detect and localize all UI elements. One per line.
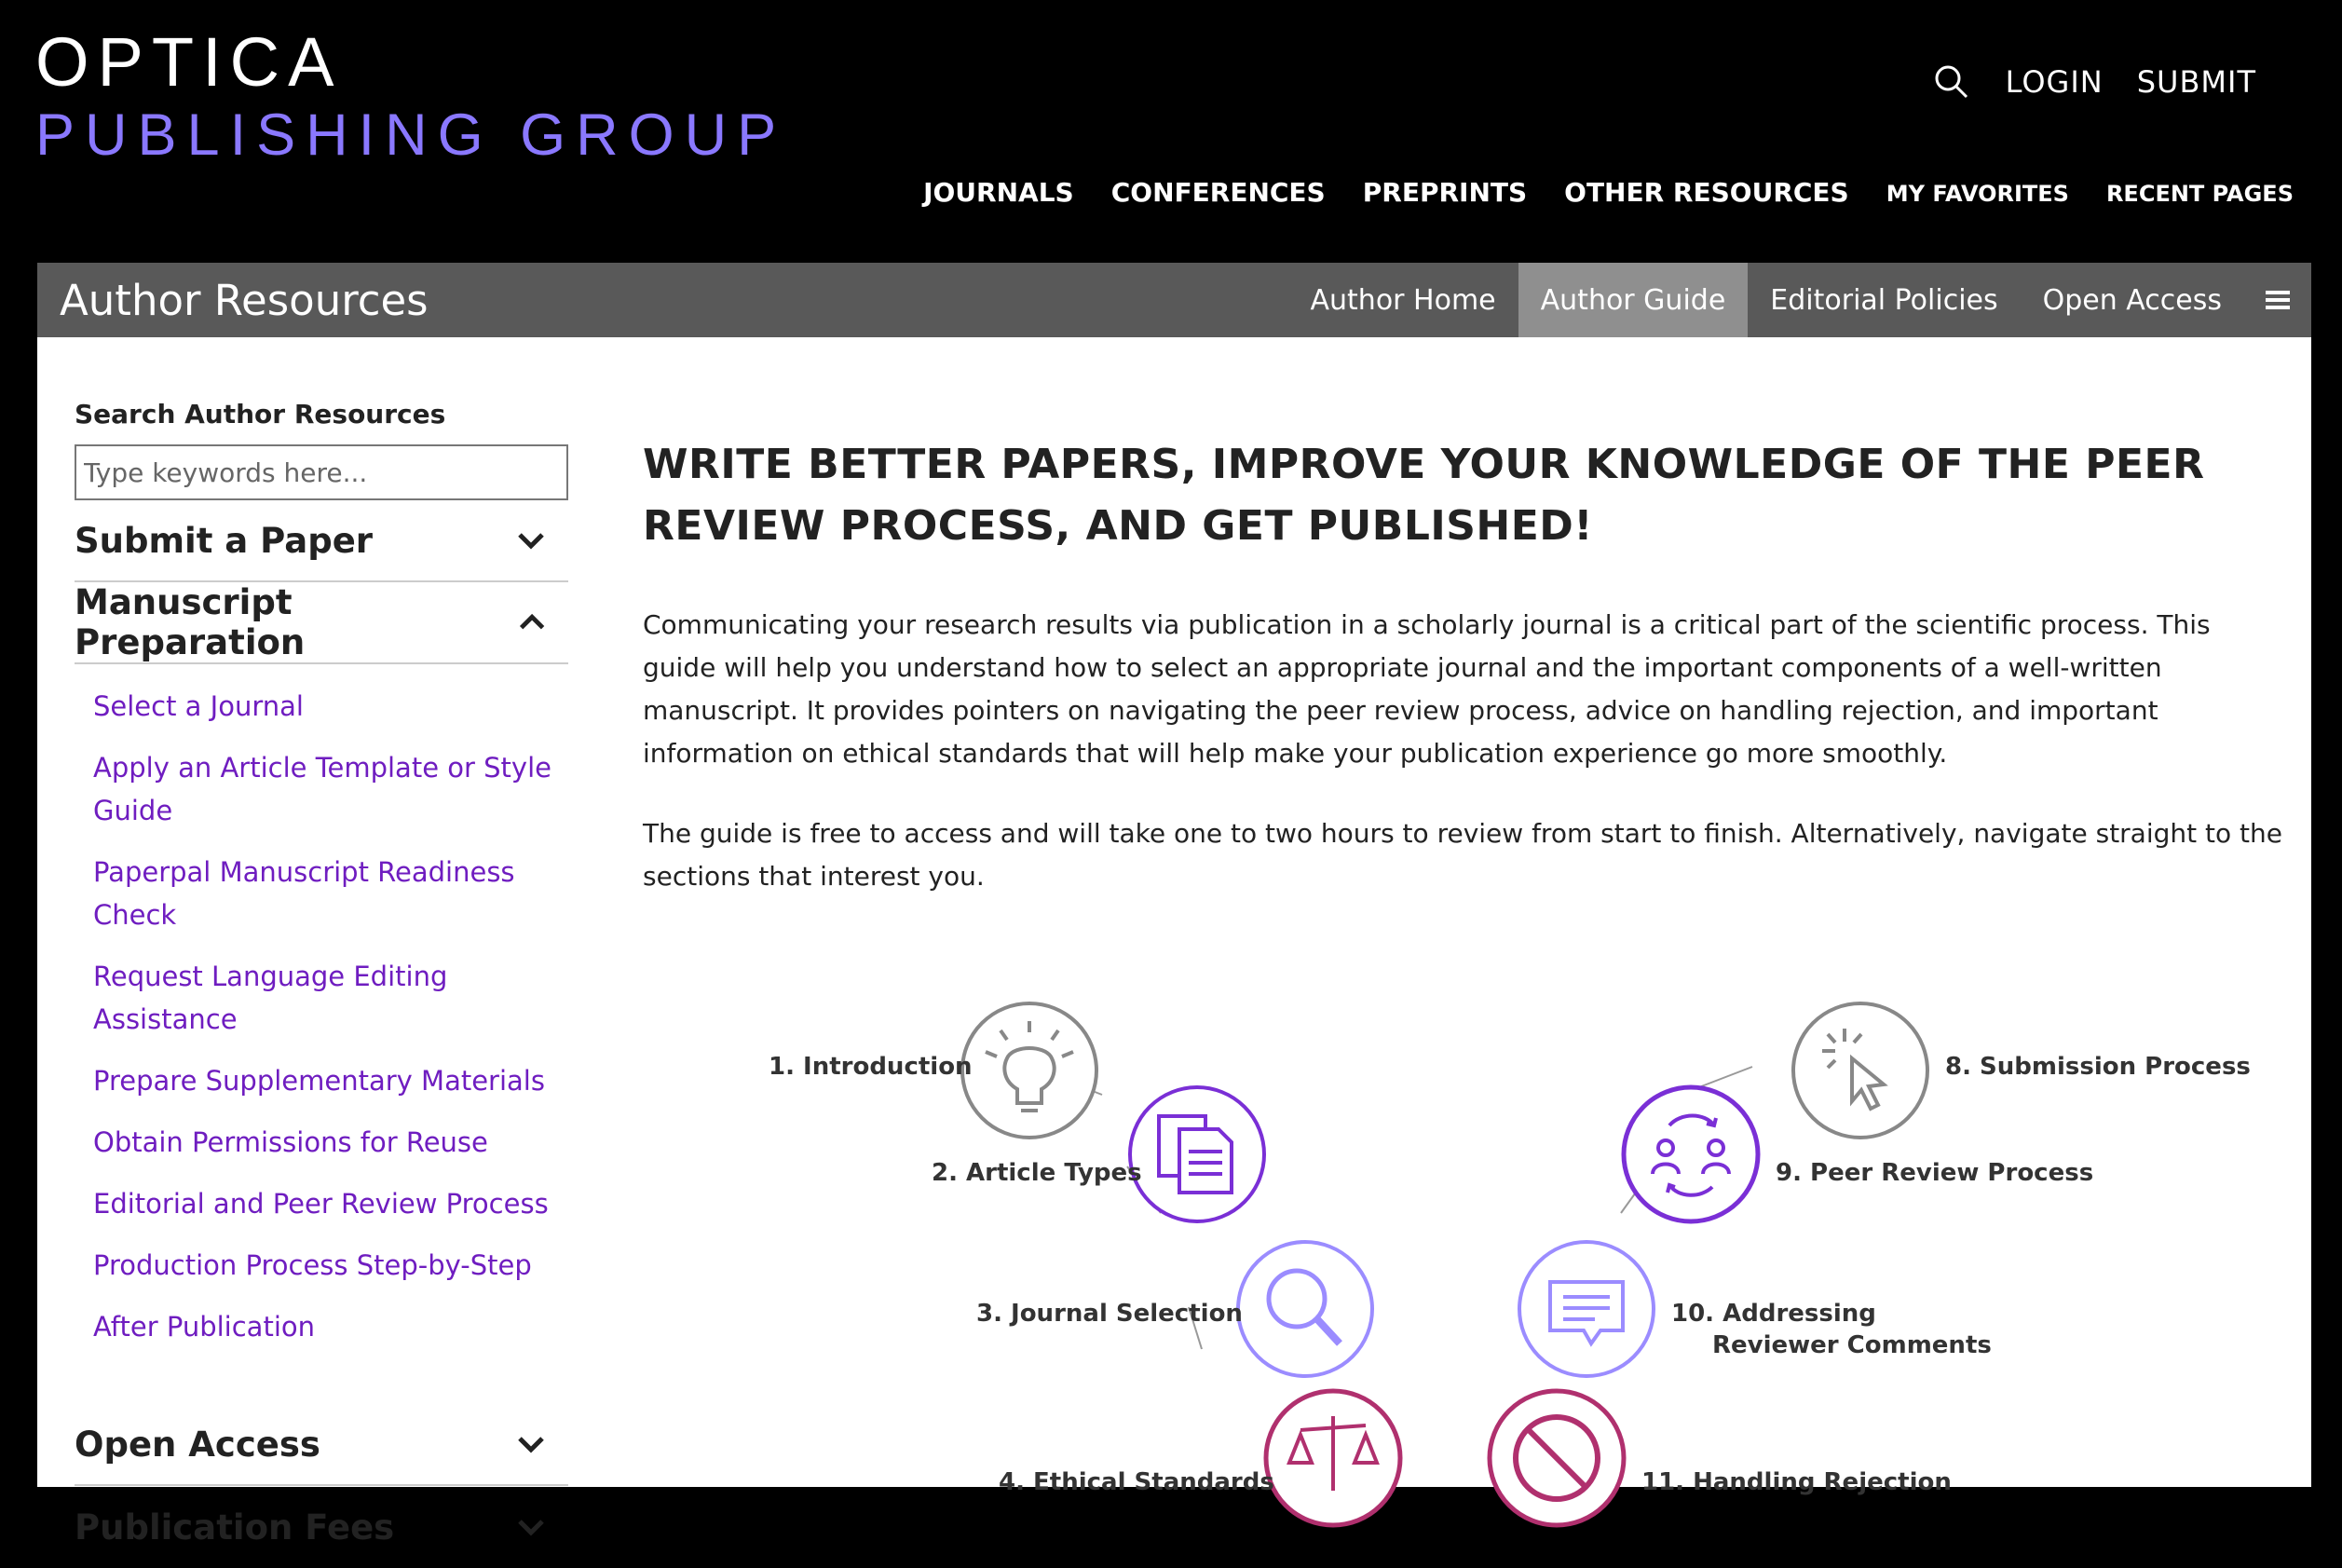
author-guide-diagram: 1. Introduction 2. Article Types 3. Jour… bbox=[643, 963, 2282, 1528]
sidebar: Search Author Resources Submit a Paper M… bbox=[75, 399, 568, 1568]
logo-wordmark-top: OPTICA bbox=[35, 23, 343, 101]
link-paperpal-check[interactable]: Paperpal Manuscript Readiness Check bbox=[93, 851, 568, 936]
logo-wordmark-bottom: PUBLISHING GROUP bbox=[35, 102, 787, 168]
link-editorial-peer-review[interactable]: Editorial and Peer Review Process bbox=[93, 1182, 568, 1225]
link-language-editing[interactable]: Request Language Editing Assistance bbox=[93, 955, 568, 1041]
manuscript-preparation-links: Select a Journal Apply an Article Templa… bbox=[75, 664, 568, 1404]
hamburger-menu-icon[interactable] bbox=[2244, 263, 2311, 337]
search-icon[interactable] bbox=[1931, 61, 1972, 102]
intro-paragraph: Communicating your research results via … bbox=[643, 609, 2211, 769]
cursor-click-icon[interactable] bbox=[1791, 1001, 1930, 1140]
scales-icon[interactable] bbox=[1263, 1388, 1403, 1528]
content-frame: Author Resources Author Home Author Guid… bbox=[37, 263, 2311, 1548]
link-after-publication[interactable]: After Publication bbox=[93, 1305, 568, 1348]
nav-conferences[interactable]: CONFERENCES bbox=[1111, 177, 1326, 208]
link-permissions-for-reuse[interactable]: Obtain Permissions for Reuse bbox=[93, 1121, 568, 1164]
link-apply-article-template[interactable]: Apply an Article Template or Style Guide bbox=[93, 746, 568, 832]
nav-journals[interactable]: JOURNALS bbox=[923, 177, 1074, 208]
login-link[interactable]: LOGIN bbox=[2006, 64, 2104, 100]
section-bar: Author Resources Author Home Author Guid… bbox=[37, 263, 2311, 337]
magnifier-icon[interactable] bbox=[1235, 1239, 1375, 1379]
site-header: OPTICA PUBLISHING GROUP LOGIN SUBMIT JOU… bbox=[0, 0, 2342, 263]
accordion-open-access[interactable]: Open Access bbox=[75, 1404, 568, 1486]
tab-open-access[interactable]: Open Access bbox=[2021, 263, 2244, 337]
diagram-label-handling-rejection[interactable]: 11. Handling Rejection bbox=[1641, 1470, 1952, 1494]
diagram-label-reviewer-comments[interactable]: Reviewer Comments bbox=[1712, 1331, 1992, 1359]
diagram-connectors bbox=[1028, 1066, 1753, 1350]
search-input[interactable] bbox=[75, 444, 568, 500]
accordion-manuscript-preparation[interactable]: Manuscript Preparation bbox=[75, 582, 568, 664]
prohibited-icon[interactable] bbox=[1487, 1388, 1627, 1528]
optica-logo[interactable]: OPTICA PUBLISHING GROUP bbox=[35, 23, 787, 169]
link-select-a-journal[interactable]: Select a Journal bbox=[93, 685, 568, 728]
lightbulb-icon[interactable] bbox=[960, 1001, 1099, 1140]
diagram-label-addressing[interactable]: 10. Addressing bbox=[1671, 1300, 1876, 1328]
diagram-label-introduction[interactable]: 1. Introduction bbox=[769, 1053, 973, 1081]
nav-recent-pages[interactable]: RECENT PAGES bbox=[2106, 181, 2294, 207]
link-production-process[interactable]: Production Process Step-by-Step bbox=[93, 1244, 568, 1287]
accordion-label: Publication Fees bbox=[75, 1507, 395, 1548]
header-utilities: LOGIN SUBMIT bbox=[1931, 61, 2256, 102]
people-cycle-icon[interactable] bbox=[1621, 1084, 1761, 1224]
diagram-label-article-types[interactable]: 2. Article Types bbox=[932, 1159, 1142, 1187]
chevron-down-icon bbox=[518, 1437, 544, 1453]
diagram-label-peer-review-process[interactable]: 9. Peer Review Process bbox=[1776, 1159, 2093, 1187]
tab-editorial-policies[interactable]: Editorial Policies bbox=[1748, 263, 2020, 337]
tab-author-guide[interactable]: Author Guide bbox=[1518, 263, 1749, 337]
accordion-submit-a-paper[interactable]: Submit a Paper bbox=[75, 500, 568, 582]
accordion-publication-fees[interactable]: Publication Fees bbox=[75, 1486, 568, 1568]
section-title: Author Resources bbox=[60, 275, 429, 325]
main-content: WRITE BETTER PAPERS, IMPROVE YOUR KNOWLE… bbox=[643, 434, 2282, 898]
documents-icon[interactable] bbox=[1127, 1084, 1267, 1224]
page-heading: WRITE BETTER PAPERS, IMPROVE YOUR KNOWLE… bbox=[643, 441, 2205, 550]
chevron-down-icon bbox=[518, 1520, 544, 1536]
accordion-label: Submit a Paper bbox=[75, 520, 374, 561]
diagram-label-ethical-standards[interactable]: 4. Ethical Standards bbox=[999, 1470, 1274, 1494]
diagram-label-submission-process[interactable]: 8. Submission Process bbox=[1945, 1053, 2251, 1081]
search-label: Search Author Resources bbox=[75, 399, 446, 429]
diagram-label-journal-selection[interactable]: 3. Journal Selection bbox=[976, 1300, 1243, 1328]
guide-paragraph: The guide is free to access and will tak… bbox=[643, 818, 2282, 892]
chevron-down-icon bbox=[518, 533, 544, 550]
section-tabs: Author Home Author Guide Editorial Polic… bbox=[1288, 263, 2312, 337]
submit-link[interactable]: SUBMIT bbox=[2137, 64, 2256, 100]
tab-author-home[interactable]: Author Home bbox=[1288, 263, 1518, 337]
speech-bubble-icon[interactable] bbox=[1517, 1239, 1656, 1379]
accordion-label: Manuscript Preparation bbox=[75, 582, 306, 662]
nav-preprints[interactable]: PREPRINTS bbox=[1363, 177, 1527, 208]
accordion-label: Open Access bbox=[75, 1424, 320, 1465]
nav-other-resources[interactable]: OTHER RESOURCES bbox=[1564, 177, 1849, 208]
chevron-up-icon bbox=[519, 613, 545, 630]
main-nav: JOURNALS CONFERENCES PREPRINTS OTHER RES… bbox=[923, 177, 2294, 208]
link-supplementary-materials[interactable]: Prepare Supplementary Materials bbox=[93, 1059, 568, 1102]
nav-my-favorites[interactable]: MY FAVORITES bbox=[1886, 181, 2069, 207]
